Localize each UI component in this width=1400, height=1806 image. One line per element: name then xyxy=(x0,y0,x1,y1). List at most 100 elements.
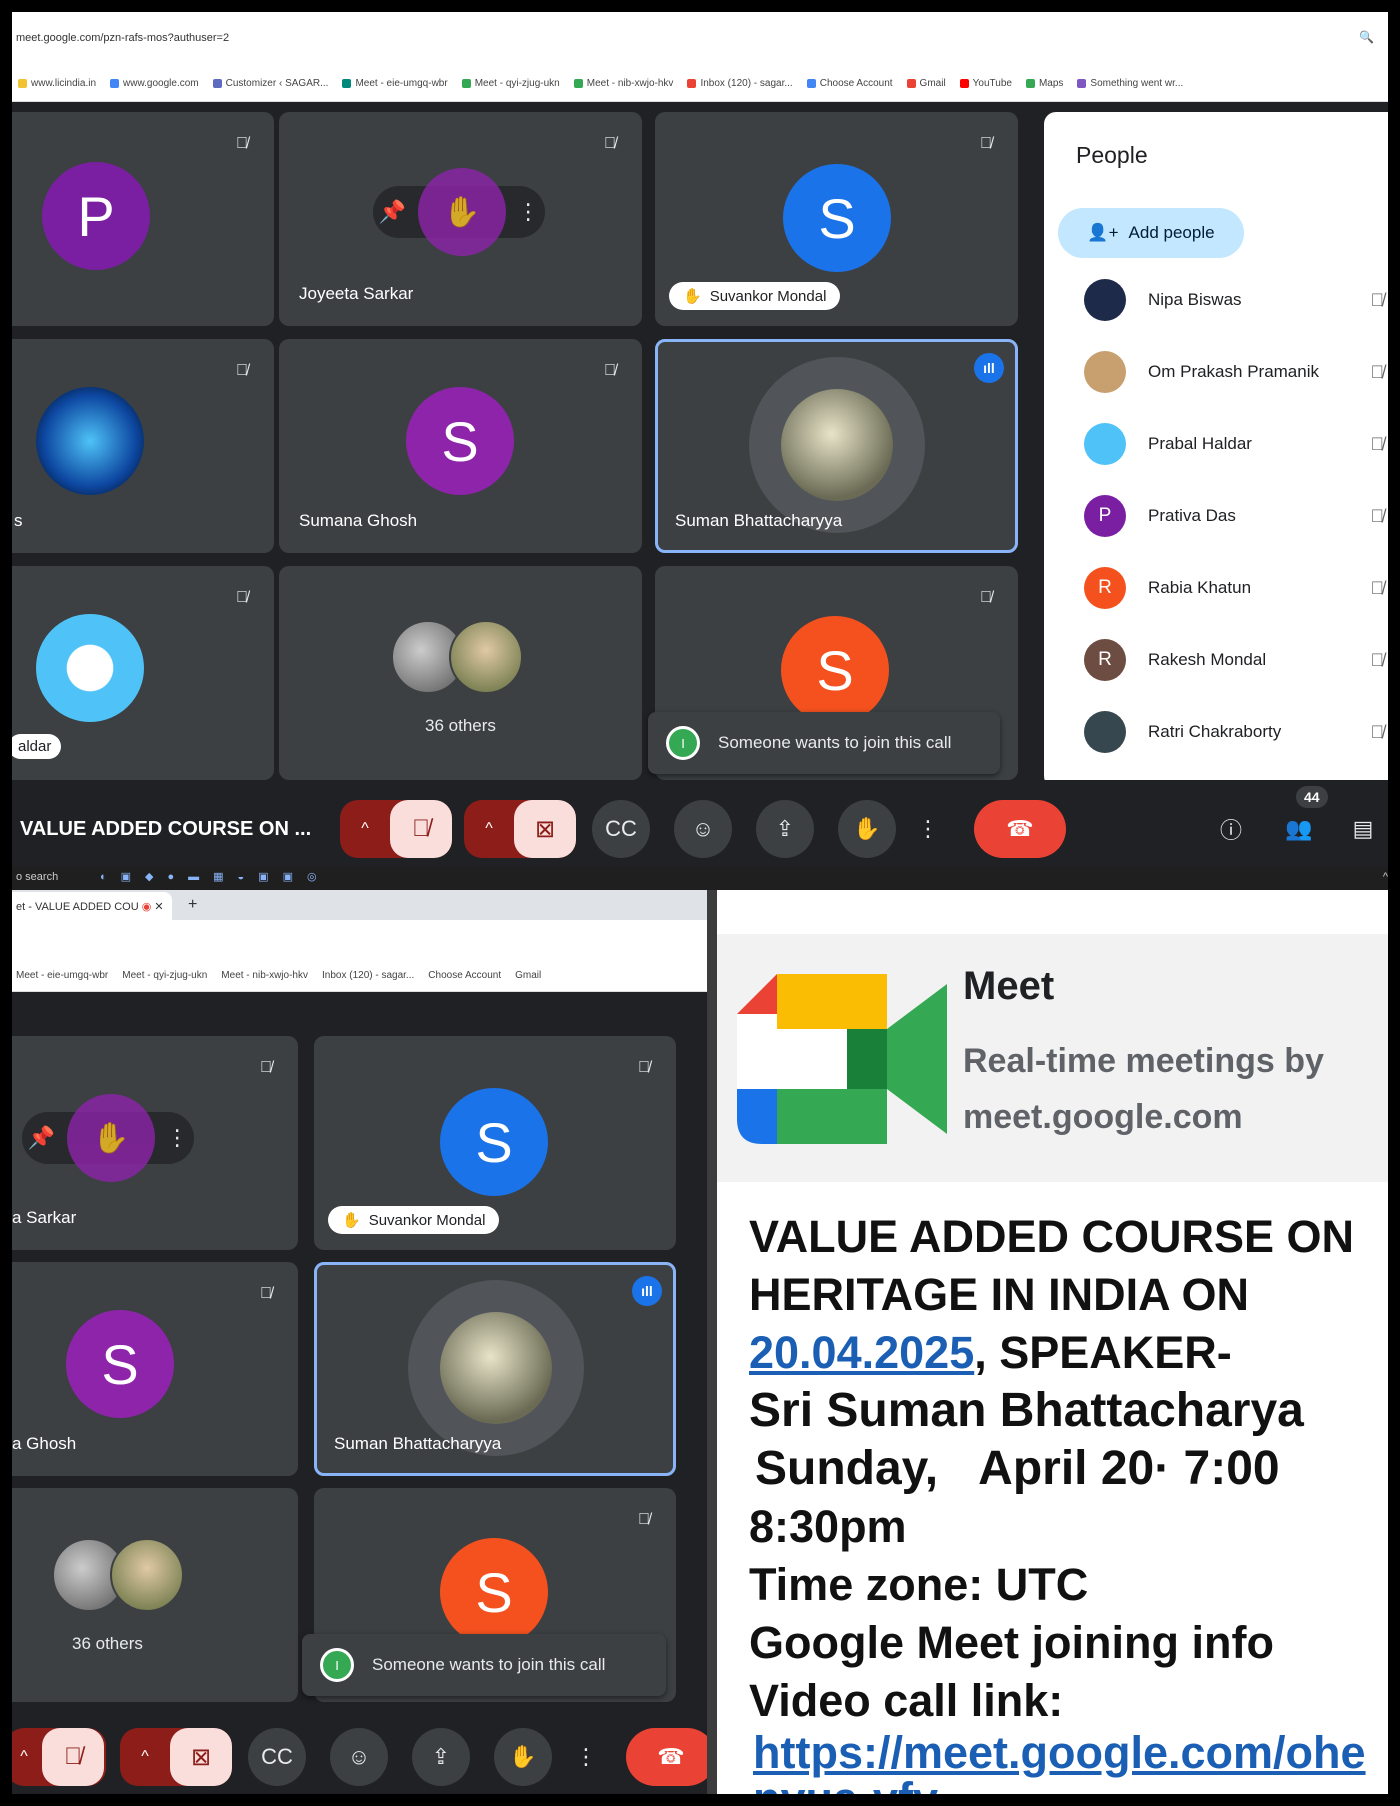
more-options-icon[interactable]: ⋮ xyxy=(517,199,539,225)
participant-tile[interactable]: 🎙̸ s xyxy=(12,339,274,553)
more-options-icon[interactable]: ⋮ xyxy=(568,1728,604,1786)
raise-hand-icon[interactable]: ✋ xyxy=(838,800,896,858)
participant-tile-joyeeta[interactable]: 🎙̸ 📌 ✋ ⋮ Joyeeta Sarkar xyxy=(279,112,642,326)
participant-tile[interactable]: 🎙̸ P xyxy=(12,112,274,326)
pin-icon[interactable]: 📌 xyxy=(379,199,406,225)
participant-tile-suman-speaking[interactable]: ıll Suman Bhattacharyya xyxy=(655,339,1018,553)
requester-avatar: I xyxy=(320,1648,354,1682)
people-row[interactable]: Nipa Biswas 🎙̸ xyxy=(1084,278,1384,322)
taskbar-search[interactable]: o search xyxy=(16,871,58,883)
people-row[interactable]: Prabal Haldar 🎙̸ xyxy=(1084,422,1384,466)
meet-link-preview[interactable]: Meet Real-time meetings by meet.google.c… xyxy=(717,934,1400,1182)
bookmark[interactable]: Meet - eie-umgq-wbr xyxy=(342,78,448,89)
member-name: Ratri Chakraborty xyxy=(1148,722,1282,741)
people-row[interactable]: Ratri Chakraborty 🎙̸ xyxy=(1084,710,1384,754)
participant-tile-sumana[interactable]: 🎙̸ S a Ghosh xyxy=(12,1262,298,1476)
mic-off-icon: 🎙̸ xyxy=(1370,361,1385,382)
browser-tab[interactable]: et - VALUE ADDED COU ◉ ✕ xyxy=(12,892,172,920)
participant-tile-suvankor[interactable]: 🎙̸ S ✋ Suvankor Mondal xyxy=(655,112,1018,326)
mic-control[interactable]: ^ 🎙̸ xyxy=(12,1728,106,1786)
new-tab-icon[interactable]: + xyxy=(188,896,197,914)
captions-icon[interactable]: CC xyxy=(592,800,650,858)
mic-off-icon: 🎙̸ xyxy=(1370,721,1385,742)
address-bar[interactable] xyxy=(12,920,707,960)
remove-icon[interactable]: ✋ xyxy=(417,168,506,256)
mic-off-icon[interactable]: 🎙̸ xyxy=(390,800,452,858)
mic-off-icon: 🎙̸ xyxy=(980,135,992,152)
people-row[interactable]: P Prativa Das 🎙̸ xyxy=(1084,494,1384,538)
url-text[interactable]: meet.google.com/pzn-rafs-mos?authuser=2 xyxy=(16,32,229,44)
camera-off-icon[interactable]: ⊠ xyxy=(170,1728,232,1786)
bookmark[interactable]: Gmail xyxy=(515,970,541,981)
others-tile[interactable]: 36 others xyxy=(279,566,642,780)
more-options-icon[interactable]: ⋮ xyxy=(910,800,946,858)
bookmark[interactable]: Meet - nib-xwjo-hkv xyxy=(221,970,308,981)
emoji-icon[interactable]: ☺ xyxy=(330,1728,388,1786)
date-link[interactable]: 20.04.2025 xyxy=(749,1327,974,1378)
chevron-up-icon[interactable]: ^ xyxy=(12,1748,42,1766)
date-time-line: Sunday, April 20· 7:00 xyxy=(749,1440,1400,1498)
bookmark[interactable]: www.google.com xyxy=(110,78,199,89)
taskbar-app-icons[interactable]: ◐▣◆●▬▦◒▣▣◎ xyxy=(100,870,331,883)
bookmark[interactable]: YouTube xyxy=(959,78,1012,89)
system-tray-chevron-icon[interactable]: ^ xyxy=(1383,871,1388,883)
recording-icon: ◉ xyxy=(141,901,152,913)
add-person-icon: 👤+ xyxy=(1087,223,1119,242)
people-row[interactable]: R Rabia Khatun 🎙̸ xyxy=(1084,566,1384,610)
pin-icon[interactable]: 📌 xyxy=(28,1125,55,1151)
bookmark[interactable]: Meet - qyi-zjug-ukn xyxy=(122,970,207,981)
chevron-up-icon[interactable]: ^ xyxy=(120,1748,170,1766)
bookmark[interactable]: Meet - eie-umgq-wbr xyxy=(16,970,108,981)
bookmark[interactable]: Gmail xyxy=(906,78,946,89)
join-request-toast[interactable]: I Someone wants to join this call xyxy=(302,1634,666,1696)
people-row[interactable]: R Rakesh Mondal 🎙̸ xyxy=(1084,638,1384,682)
people-icon[interactable]: 👥 xyxy=(1270,800,1328,858)
bookmark[interactable]: Inbox (120) - sagar... xyxy=(687,78,793,89)
video-call-link[interactable]: https://meet.google.com/ohe nyua-vfv xyxy=(749,1730,1400,1806)
joining-info-heading: Google Meet joining info xyxy=(749,1617,1274,1668)
chevron-up-icon[interactable]: ^ xyxy=(464,820,514,838)
avatar-photo xyxy=(781,389,893,501)
bookmark[interactable]: Choose Account xyxy=(806,78,893,89)
people-row[interactable]: Om Prakash Pramanik 🎙̸ xyxy=(1084,350,1384,394)
remove-icon[interactable]: ✋ xyxy=(66,1094,155,1182)
participant-tile-suvankor[interactable]: 🎙̸ S ✋ Suvankor Mondal xyxy=(314,1036,676,1250)
video-call-label: Video call link: xyxy=(749,1675,1064,1726)
emoji-icon[interactable]: ☺ xyxy=(674,800,732,858)
bookmark[interactable]: Inbox (120) - sagar... xyxy=(322,970,414,981)
chat-icon[interactable]: ▤ xyxy=(1334,800,1388,858)
camera-off-icon[interactable]: ⊠ xyxy=(514,800,576,858)
bookmark[interactable]: Maps xyxy=(1025,78,1063,89)
participant-tile-prabal[interactable]: 🎙̸ aldar xyxy=(12,566,274,780)
bookmark[interactable]: www.licindia.in xyxy=(18,78,96,89)
link-part-2[interactable]: nyua-vfv xyxy=(753,1773,938,1806)
info-icon[interactable]: ⓘ xyxy=(1202,800,1260,858)
raise-hand-icon[interactable]: ✋ xyxy=(494,1728,552,1786)
join-request-toast[interactable]: I Someone wants to join this call xyxy=(648,712,1000,774)
bookmark[interactable]: Meet - qyi-zjug-ukn xyxy=(461,78,560,89)
mic-control[interactable]: ^ 🎙̸ xyxy=(340,800,452,858)
camera-control[interactable]: ^ ⊠ xyxy=(464,800,576,858)
bookmark[interactable]: Something went wr... xyxy=(1077,78,1183,89)
link-part-1[interactable]: https://meet.google.com/ohe xyxy=(753,1727,1366,1778)
present-icon[interactable]: ⇪ xyxy=(412,1728,470,1786)
end-time: 8:30pm xyxy=(749,1501,907,1552)
end-call-icon[interactable]: ☎ xyxy=(626,1728,707,1786)
captions-icon[interactable]: CC xyxy=(248,1728,306,1786)
bookmark[interactable]: Customizer ‹ SAGAR... xyxy=(212,78,328,89)
chevron-up-icon[interactable]: ^ xyxy=(340,820,390,838)
present-icon[interactable]: ⇪ xyxy=(756,800,814,858)
more-options-icon[interactable]: ⋮ xyxy=(166,1125,188,1151)
participant-tile-suman-speaking[interactable]: ıll Suman Bhattacharyya xyxy=(314,1262,676,1476)
end-call-icon[interactable]: ☎ xyxy=(974,800,1066,858)
participant-tile-joyeeta[interactable]: 🎙̸ 📌 ✋ ⋮ a Sarkar xyxy=(12,1036,298,1250)
camera-control[interactable]: ^ ⊠ xyxy=(120,1728,232,1786)
zoom-icon[interactable]: 🔍 xyxy=(1359,30,1374,44)
address-bar[interactable]: meet.google.com/pzn-rafs-mos?authuser=2 … xyxy=(12,12,1388,66)
add-people-button[interactable]: 👤+ Add people xyxy=(1058,208,1244,258)
participant-tile-sumana[interactable]: 🎙̸ S Sumana Ghosh xyxy=(279,339,642,553)
others-tile[interactable]: 36 others xyxy=(12,1488,298,1702)
bookmark[interactable]: Choose Account xyxy=(428,970,501,981)
mic-off-icon[interactable]: 🎙̸ xyxy=(42,1728,104,1786)
bookmark[interactable]: Meet - nib-xwjo-hkv xyxy=(573,78,673,89)
